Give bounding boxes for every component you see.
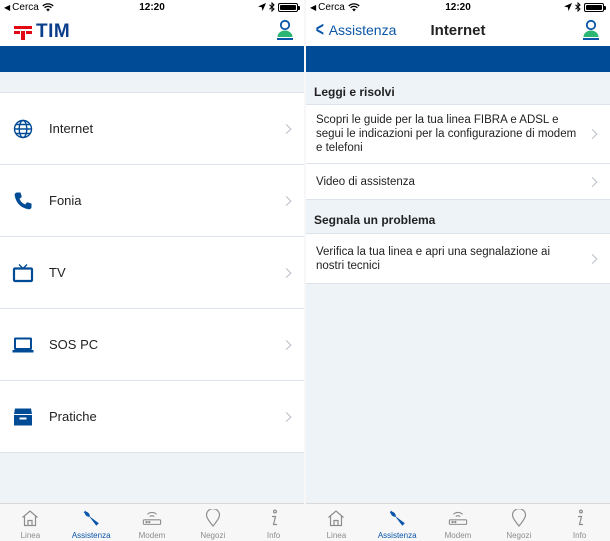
status-bar: ◀ Cerca 12:20 [0,0,304,16]
list-item-text: Video di assistenza [316,175,415,188]
tab-linea[interactable]: Linea [306,504,367,541]
tab-label: Modem [444,531,472,540]
menu-item-label: Fonia [49,193,82,208]
wrench-icon [387,508,407,528]
chevron-right-icon [587,129,598,139]
globe-icon [12,118,34,140]
info-icon [570,508,590,528]
assistenza-menu: Internet Fonia TV SOS PC Pratiche [0,92,304,453]
menu-item-tv[interactable]: TV [0,237,304,309]
status-bar: ◀ Cerca 12:20 [306,0,610,16]
map-pin-icon [509,508,529,528]
wrench-icon [81,508,101,528]
nav-bar: < Assistenza Internet [306,16,610,46]
info-icon [264,508,284,528]
section-group-leggi-e-risolvi: Scopri le guide per la tua linea FIBRA e… [306,104,610,200]
battery-icon [584,2,606,12]
tab-label: Negozi [506,531,532,540]
internet-screen: ◀ Cerca 12:20 < Assistenza Internet Legg… [306,0,610,541]
menu-item-label: TV [49,265,66,280]
menu-item-fonia[interactable]: Fonia [0,165,304,237]
section-header: Segnala un problema [314,213,436,227]
tv-icon [12,262,34,284]
tab-bar: Linea Assistenza Modem Negozi Info [0,503,304,541]
section-group-segnala: Verifica la tua linea e apri una segnala… [306,233,610,284]
laptop-icon [12,334,34,356]
phone-icon [12,190,34,212]
menu-item-pratiche[interactable]: Pratiche [0,381,304,453]
header-band [0,46,304,72]
chevron-right-icon [281,339,292,350]
tab-label: Linea [20,531,41,540]
tab-label: Info [572,531,587,540]
chevron-right-icon [281,411,292,422]
tab-label: Modem [138,531,166,540]
tab-negozi[interactable]: Negozi [182,504,243,541]
home-icon [20,508,40,528]
chevron-right-icon [281,195,292,206]
profile-icon[interactable] [582,19,600,41]
tim-logo-mark-icon [14,24,32,40]
tab-info[interactable]: Info [243,504,304,541]
list-item-guide[interactable]: Scopri le guide per la tua linea FIBRA e… [306,105,610,164]
tab-label: Assistenza [377,531,417,540]
tab-modem[interactable]: Modem [428,504,489,541]
tab-label: Info [266,531,281,540]
menu-item-label: Internet [49,121,94,136]
list-item-segnalazione[interactable]: Verifica la tua linea e apri una segnala… [306,234,610,284]
chevron-right-icon [587,176,598,187]
chevron-right-icon [281,267,292,278]
nav-bar: TIM [0,16,304,46]
tab-linea[interactable]: Linea [0,504,61,541]
chevron-right-icon [281,123,292,134]
page-title: Internet [430,22,486,39]
tab-label: Negozi [200,531,226,540]
tab-label: Assistenza [71,531,111,540]
archive-box-icon [12,406,34,428]
home-icon [326,508,346,528]
list-item-text: Scopri le guide per la tua linea FIBRA e… [316,114,577,154]
tim-logo: TIM [14,21,70,43]
list-item-video[interactable]: Video di assistenza [306,164,610,200]
tab-assistenza[interactable]: Assistenza [61,504,122,541]
battery-icon [278,2,300,12]
bluetooth-icon [575,2,581,12]
tab-bar: Linea Assistenza Modem Negozi Info [306,503,610,541]
tab-negozi[interactable]: Negozi [488,504,549,541]
tab-assistenza[interactable]: Assistenza [367,504,428,541]
menu-item-internet[interactable]: Internet [0,93,304,165]
location-icon [564,3,572,11]
tab-modem[interactable]: Modem [122,504,183,541]
menu-item-label: Pratiche [49,409,97,424]
header-band [306,46,610,72]
tab-info[interactable]: Info [549,504,610,541]
tab-label: Linea [326,531,347,540]
assistenza-screen: ◀ Cerca 12:20 TIM Internet Fonia TV SOS … [0,0,304,541]
tim-logo-text: TIM [36,21,71,42]
map-pin-icon [203,508,223,528]
bluetooth-icon [269,2,275,12]
list-item-text: Verifica la tua linea e apri una segnala… [316,245,550,272]
modem-icon [142,508,162,528]
modem-icon [448,508,468,528]
profile-icon[interactable] [276,19,294,41]
menu-item-label: SOS PC [49,337,99,352]
chevron-right-icon [587,253,598,264]
menu-item-sos-pc[interactable]: SOS PC [0,309,304,381]
location-icon [258,3,266,11]
